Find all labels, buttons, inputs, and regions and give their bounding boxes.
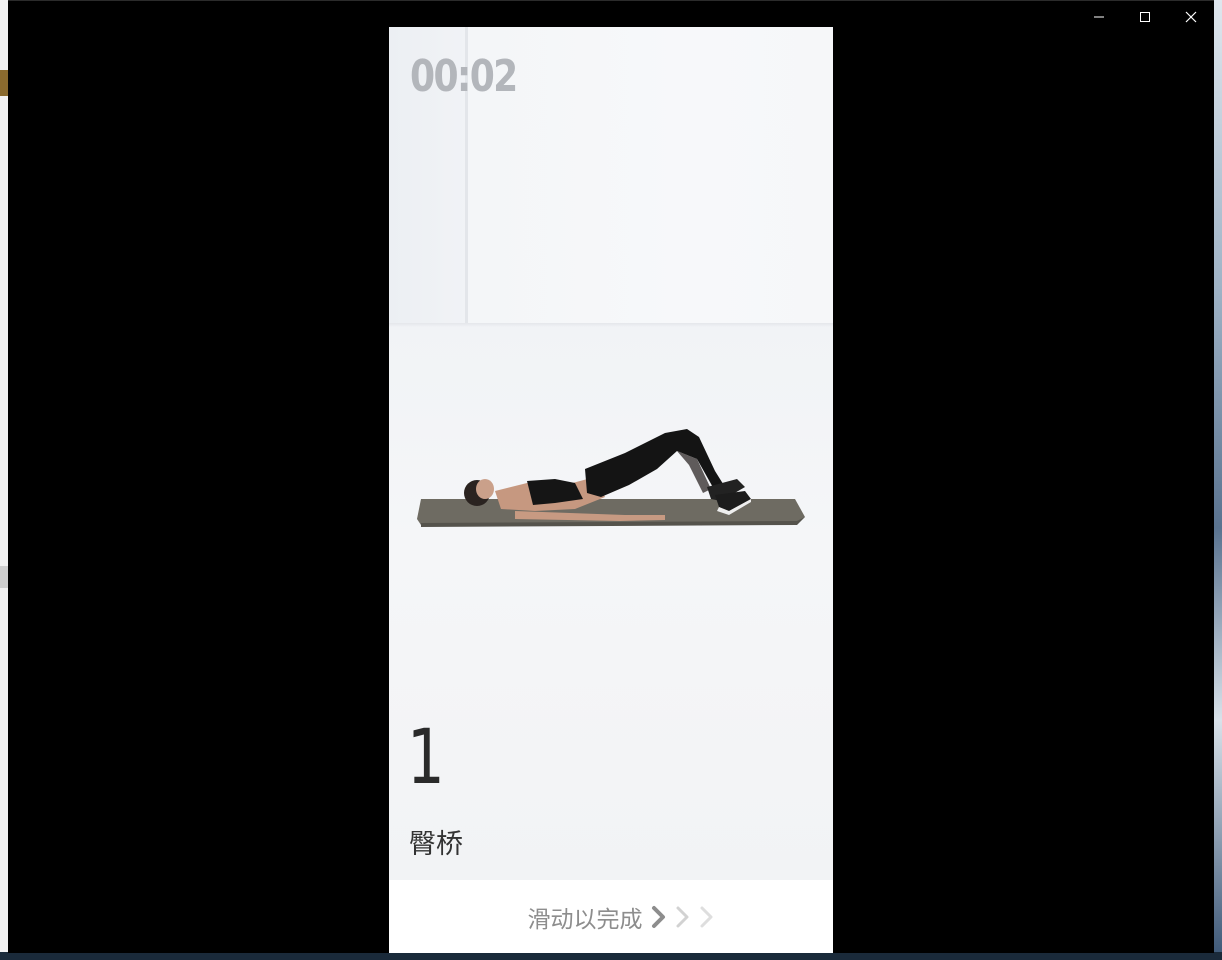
swipe-label: 滑动以完成 (527, 906, 643, 933)
video-window: 00:02 1 臀桥 滑动以完成 (8, 0, 1214, 953)
taskbar-sliver (0, 952, 1222, 960)
minimize-button[interactable] (1076, 1, 1122, 33)
studio-wall (467, 27, 833, 329)
rep-count: 1 (407, 712, 445, 801)
chevron-right-icon (651, 905, 665, 928)
floor-edge (389, 323, 833, 327)
elapsed-timer: 00:02 (410, 51, 518, 102)
desktop-background-right (1213, 0, 1222, 960)
exercise-illustration (415, 399, 807, 533)
maximize-icon (1140, 12, 1150, 22)
chevron-right-icon (676, 906, 688, 927)
glute-bridge-figure (417, 429, 805, 527)
swipe-content: 滑动以完成 (528, 900, 715, 934)
swipe-to-complete-bar[interactable]: 滑动以完成 (389, 880, 833, 953)
maximize-button[interactable] (1122, 1, 1168, 33)
close-button[interactable] (1168, 1, 1214, 33)
chevron-right-icon (700, 906, 712, 927)
exercise-name: 臀桥 (409, 829, 463, 860)
exercise-video[interactable]: 00:02 1 臀桥 (389, 27, 833, 880)
minimize-icon (1094, 16, 1104, 18)
workout-player: 00:02 1 臀桥 滑动以完成 (389, 27, 833, 953)
close-icon (1185, 11, 1197, 23)
